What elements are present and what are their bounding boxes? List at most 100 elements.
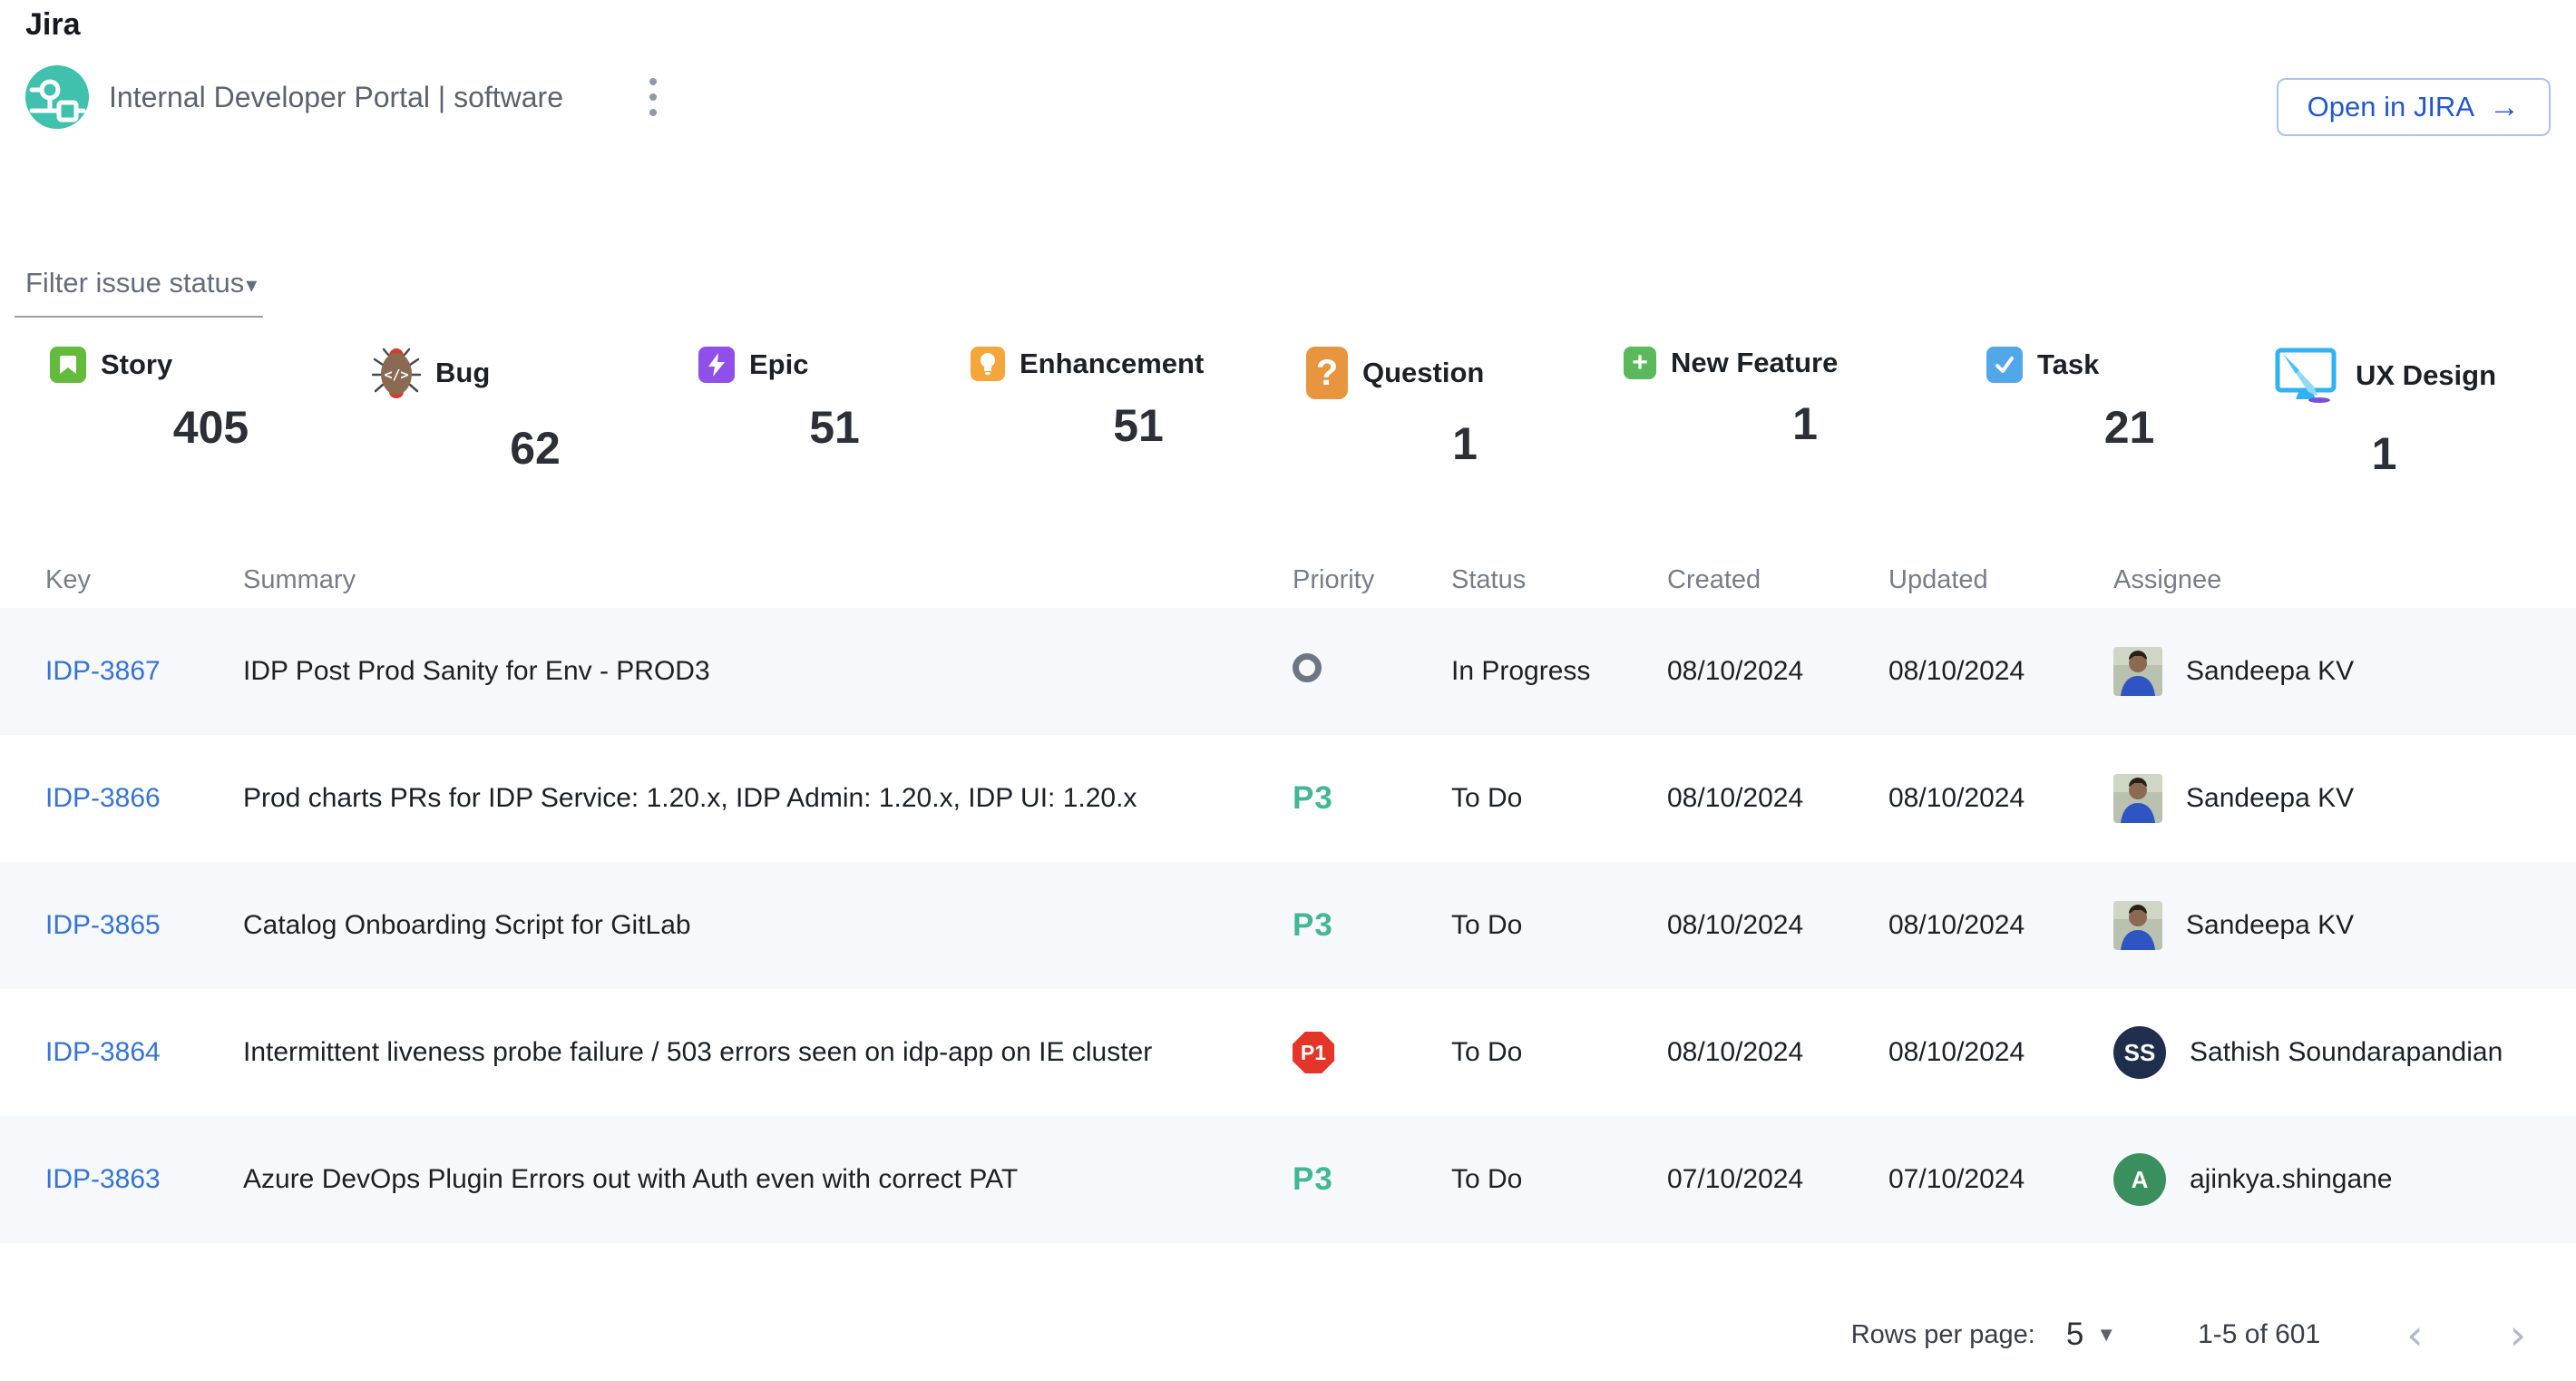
issue-created: 08/10/2024 (1667, 656, 1888, 687)
issue-created: 08/10/2024 (1667, 1037, 1888, 1068)
counter-enhancement: Enhancement 51 (971, 347, 1306, 480)
table-row: IDP-3864 Intermittent liveness probe fai… (0, 989, 2576, 1116)
question-icon: ? (1306, 347, 1348, 399)
pagination-bar: Rows per page: 5 ▼ 1-5 of 601 ‹ › (1851, 1314, 2526, 1356)
chevron-down-icon: ▼ (2096, 1323, 2116, 1347)
column-header-status: Status (1451, 565, 1667, 595)
filter-label: Filter issue status (25, 267, 244, 299)
avatar: A (2113, 1153, 2166, 1206)
issue-summary: Catalog Onboarding Script for GitLab (243, 910, 1293, 941)
enhancement-icon (971, 347, 1005, 381)
issue-key-link[interactable]: IDP-3867 (45, 656, 161, 686)
bug-icon: </> (372, 347, 421, 399)
avatar-initials: A (2132, 1166, 2149, 1194)
ux-design-icon (2272, 347, 2341, 405)
counter-new-feature: + New Feature 1 (1624, 347, 1986, 480)
project-header: Internal Developer Portal | software (25, 65, 666, 129)
new-feature-count: 1 (1624, 397, 1986, 450)
avatar (2113, 774, 2162, 823)
issue-summary: IDP Post Prod Sanity for Env - PROD3 (243, 656, 1293, 687)
widget-title: Jira (25, 7, 81, 43)
issue-created: 08/10/2024 (1667, 910, 1888, 941)
assignee-name: Sandeepa KV (2186, 656, 2354, 687)
rows-per-page-value: 5 (2066, 1317, 2083, 1353)
issue-summary: Prod charts PRs for IDP Service: 1.20.x,… (243, 783, 1293, 814)
priority-p3-badge: P3 (1293, 1161, 1333, 1197)
counter-question: ? Question 1 (1306, 347, 1624, 480)
svg-text:</>: </> (384, 367, 408, 383)
task-count: 21 (1986, 401, 2272, 454)
issue-key-link[interactable]: IDP-3863 (45, 1164, 161, 1194)
issue-summary: Intermittent liveness probe failure / 50… (243, 1037, 1293, 1068)
issue-status: To Do (1451, 783, 1667, 814)
avatar-initials: SS (2124, 1039, 2156, 1067)
kebab-menu-icon[interactable] (640, 69, 666, 125)
issue-status: To Do (1451, 910, 1667, 941)
issue-updated: 08/10/2024 (1888, 783, 2113, 814)
jira-widget: Jira Internal Developer Portal | softwar… (0, 0, 2576, 1381)
enhancement-count: 51 (971, 399, 1306, 452)
arrow-right-icon: → (2489, 92, 2520, 122)
table-row: IDP-3866 Prod charts PRs for IDP Service… (0, 735, 2576, 862)
issue-key-link[interactable]: IDP-3864 (45, 1037, 161, 1067)
column-header-summary: Summary (243, 565, 1293, 595)
issue-created: 07/10/2024 (1667, 1164, 1888, 1195)
new-feature-icon: + (1624, 347, 1656, 379)
table-row: IDP-3863 Azure DevOps Plugin Errors out … (0, 1116, 2576, 1243)
chevron-down-icon: ▾ (246, 273, 257, 298)
avatar (2113, 901, 2162, 950)
counter-story: Story 405 (50, 347, 372, 480)
counter-epic: Epic 51 (698, 347, 971, 480)
issue-updated: 07/10/2024 (1888, 1164, 2113, 1195)
epic-count: 51 (698, 401, 971, 454)
question-count: 1 (1306, 417, 1624, 470)
open-in-jira-label: Open in JIRA (2308, 91, 2474, 123)
story-count: 405 (50, 401, 372, 454)
story-icon (50, 347, 86, 383)
issue-type-counters: Story 405 </ (50, 347, 2496, 480)
assignee-name: ajinkya.shingane (2190, 1164, 2393, 1195)
counter-bug: </> Bug 62 (372, 347, 698, 480)
rows-per-page-select[interactable]: 5 ▼ (2066, 1317, 2116, 1353)
project-name: Internal Developer Portal | software (109, 81, 563, 114)
issues-table: Key Summary Priority Status Created Upda… (0, 552, 2576, 1243)
counter-ux-design: UX Design 1 (2272, 347, 2496, 480)
rows-per-page-label: Rows per page: (1851, 1320, 2035, 1350)
column-header-key: Key (45, 565, 243, 595)
column-header-created: Created (1667, 565, 1888, 595)
epic-icon (698, 347, 735, 383)
avatar (2113, 647, 2162, 696)
issue-created: 08/10/2024 (1667, 783, 1888, 814)
issue-updated: 08/10/2024 (1888, 656, 2113, 687)
issue-status: To Do (1451, 1164, 1667, 1195)
issue-status: To Do (1451, 1037, 1667, 1068)
issue-updated: 08/10/2024 (1888, 1037, 2113, 1068)
pagination-range: 1-5 of 601 (2198, 1319, 2320, 1350)
table-row: IDP-3865 Catalog Onboarding Script for G… (0, 862, 2576, 989)
priority-p1-badge: P1 (1293, 1032, 1334, 1073)
bug-count: 62 (372, 422, 698, 475)
task-icon (1986, 347, 2023, 383)
project-logo-icon (25, 65, 89, 129)
priority-p3-badge: P3 (1293, 780, 1333, 816)
table-header-row: Key Summary Priority Status Created Upda… (0, 552, 2576, 608)
assignee-name: Sandeepa KV (2186, 910, 2354, 941)
next-page-button[interactable]: › (2510, 1314, 2526, 1356)
issue-updated: 08/10/2024 (1888, 910, 2113, 941)
filter-issue-status-dropdown[interactable]: Filter issue status▾ (15, 261, 263, 318)
table-row: IDP-3867 IDP Post Prod Sanity for Env - … (0, 608, 2576, 735)
column-header-assignee: Assignee (2113, 565, 2576, 595)
counter-task: Task 21 (1986, 347, 2272, 480)
priority-p3-badge: P3 (1293, 907, 1333, 943)
ux-design-count: 1 (2272, 427, 2496, 480)
issue-summary: Azure DevOps Plugin Errors out with Auth… (243, 1164, 1293, 1195)
issue-status: In Progress (1451, 656, 1667, 687)
issue-key-link[interactable]: IDP-3866 (45, 783, 161, 813)
column-header-priority: Priority (1293, 565, 1451, 595)
open-in-jira-button[interactable]: Open in JIRA → (2277, 78, 2551, 136)
assignee-name: Sandeepa KV (2186, 783, 2354, 814)
previous-page-button[interactable]: ‹ (2406, 1314, 2423, 1356)
priority-none-icon (1293, 653, 1322, 682)
issue-key-link[interactable]: IDP-3865 (45, 910, 161, 940)
assignee-name: Sathish Soundarapandian (2190, 1037, 2503, 1068)
